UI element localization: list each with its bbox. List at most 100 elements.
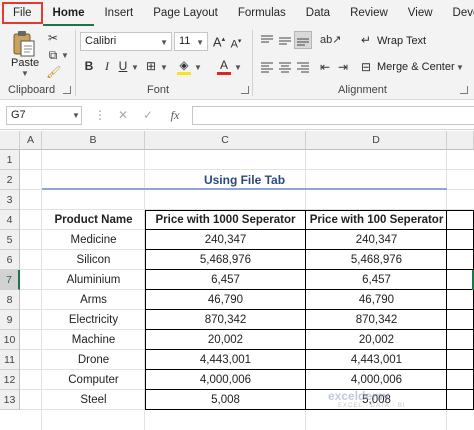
orientation-icon[interactable]: ab↗	[320, 32, 341, 48]
enter-icon[interactable]: ✓	[142, 107, 154, 123]
tab-insert[interactable]: Insert	[94, 0, 143, 26]
name-box[interactable]: G7	[6, 106, 82, 125]
formula-input[interactable]	[192, 106, 474, 125]
row-header-2[interactable]: 2	[0, 170, 20, 190]
row-header-10[interactable]: 10	[0, 330, 20, 350]
underline-dropdown-icon[interactable]: ▼	[131, 63, 139, 72]
font-size-select[interactable]: 11 ▼	[174, 32, 208, 51]
borders-dropdown-icon[interactable]: ▼	[160, 63, 168, 72]
tab-view[interactable]: View	[398, 0, 443, 26]
row-header-9[interactable]: 9	[0, 310, 20, 330]
borders-icon[interactable]: ⊞	[144, 58, 158, 74]
wrap-text-icon[interactable]: ↵	[358, 32, 374, 48]
row-header-7[interactable]: 7	[0, 270, 20, 290]
insert-function-icon[interactable]: fx	[168, 107, 182, 123]
paste-dropdown-icon[interactable]: ▼	[21, 69, 29, 78]
table-cell-c[interactable]: 5,008	[145, 390, 306, 410]
table-cell-d[interactable]: 4,443,001	[306, 350, 447, 370]
table-cell-b[interactable]: Steel	[42, 390, 145, 410]
align-right-icon[interactable]	[296, 60, 310, 74]
row-header-13[interactable]: 13	[0, 390, 20, 410]
font-name-select[interactable]: Calibri ▼	[80, 32, 172, 51]
row-header-1[interactable]: 1	[0, 150, 20, 170]
table-header-d[interactable]: Price with 100 Seperator	[306, 210, 447, 230]
font-color-icon[interactable]: A	[216, 58, 232, 76]
wrap-text-button[interactable]: Wrap Text	[377, 35, 426, 47]
table-cell-d[interactable]: 870,342	[306, 310, 447, 330]
copy-icon[interactable]: ⧉	[46, 47, 60, 63]
table-header-c[interactable]: Price with 1000 Seperator	[145, 210, 306, 230]
table-cell-d[interactable]: 4,000,006	[306, 370, 447, 390]
align-center-icon[interactable]	[278, 60, 292, 74]
increase-indent-icon[interactable]: ⇥	[336, 59, 350, 75]
tab-developer[interactable]: Developer	[443, 0, 474, 26]
fill-color-icon[interactable]: ◈	[176, 58, 192, 76]
column-header-b[interactable]: B	[42, 131, 145, 150]
table-cell-b[interactable]: Aluminium	[42, 270, 145, 290]
row-header-3[interactable]: 3	[0, 190, 20, 210]
table-cell-c[interactable]: 4,000,006	[145, 370, 306, 390]
column-header-c[interactable]: C	[145, 131, 306, 150]
column-header-d[interactable]: D	[306, 131, 447, 150]
fill-color-dropdown-icon[interactable]: ▼	[194, 63, 202, 72]
alignment-launcher-icon[interactable]	[460, 86, 468, 94]
table-cell-b[interactable]: Computer	[42, 370, 145, 390]
table-cell-c[interactable]: 5,468,976	[145, 250, 306, 270]
tab-home[interactable]: Home	[42, 0, 95, 26]
paste-button[interactable]: Paste ▼	[8, 28, 40, 78]
tab-page-layout[interactable]: Page Layout	[143, 0, 228, 26]
column-header-a[interactable]: A	[20, 131, 42, 150]
table-cell-d[interactable]: 20,002	[306, 330, 447, 350]
italic-button[interactable]: I	[100, 58, 114, 74]
table-cell-d[interactable]: 46,790	[306, 290, 447, 310]
align-middle-icon[interactable]	[278, 34, 292, 48]
copy-dropdown-icon[interactable]: ▼	[61, 51, 69, 60]
tab-review[interactable]: Review	[340, 0, 398, 26]
table-cell-c[interactable]: 870,342	[145, 310, 306, 330]
table-cell-b[interactable]: Electricity	[42, 310, 145, 330]
bold-button[interactable]: B	[82, 58, 96, 74]
worksheet-grid[interactable]: A B C D 1 2 3 4 5 6 7 8 9 10 11 12 13 Using File Tab…	[0, 131, 474, 430]
row-header-11[interactable]: 11	[0, 350, 20, 370]
align-top-icon[interactable]	[260, 34, 274, 48]
clipboard-launcher-icon[interactable]	[63, 86, 71, 94]
table-header-b[interactable]: Product Name	[42, 210, 145, 230]
table-cell-d[interactable]: 5,468,976	[306, 250, 447, 270]
row-header-12[interactable]: 12	[0, 370, 20, 390]
merge-center-icon[interactable]: ⊟	[358, 59, 374, 75]
row-header-4[interactable]: 4	[0, 210, 20, 230]
row-header-5[interactable]: 5	[0, 230, 20, 250]
cut-icon[interactable]: ✂	[46, 30, 60, 46]
sheet-title[interactable]: Using File Tab	[42, 170, 447, 190]
select-all-corner[interactable]	[0, 131, 20, 150]
table-cell-d[interactable]: 240,347	[306, 230, 447, 250]
table-cell-c[interactable]: 6,457	[145, 270, 306, 290]
name-box-dropdown-icon[interactable]: ▼	[72, 111, 80, 120]
row-header-8[interactable]: 8	[0, 290, 20, 310]
cancel-icon[interactable]: ✕	[117, 107, 129, 123]
table-cell-c[interactable]: 46,790	[145, 290, 306, 310]
decrease-indent-icon[interactable]: ⇤	[318, 59, 332, 75]
table-cell-b[interactable]: Medicine	[42, 230, 145, 250]
table-cell-c[interactable]: 20,002	[145, 330, 306, 350]
tab-file[interactable]: File	[2, 2, 43, 24]
table-cell-b[interactable]: Arms	[42, 290, 145, 310]
underline-button[interactable]: U	[116, 58, 130, 74]
tab-data[interactable]: Data	[296, 0, 340, 26]
merge-center-button[interactable]: Merge & Center	[377, 61, 455, 73]
table-cell-c[interactable]: 240,347	[145, 230, 306, 250]
tab-formulas[interactable]: Formulas	[228, 0, 296, 26]
font-launcher-icon[interactable]	[241, 86, 249, 94]
align-left-icon[interactable]	[260, 60, 274, 74]
table-cell-b[interactable]: Silicon	[42, 250, 145, 270]
decrease-font-icon[interactable]: A▾	[230, 34, 242, 53]
table-cell-b[interactable]: Drone	[42, 350, 145, 370]
table-cell-b[interactable]: Machine	[42, 330, 145, 350]
align-bottom-button[interactable]	[294, 31, 312, 49]
table-cell-c[interactable]: 4,443,001	[145, 350, 306, 370]
column-header-e[interactable]	[447, 131, 474, 150]
row-header-6[interactable]: 6	[0, 250, 20, 270]
table-cell-d[interactable]: 6,457	[306, 270, 447, 290]
merge-center-dropdown-icon[interactable]: ▼	[456, 63, 464, 72]
format-painter-icon[interactable]: 🖌	[46, 64, 61, 80]
